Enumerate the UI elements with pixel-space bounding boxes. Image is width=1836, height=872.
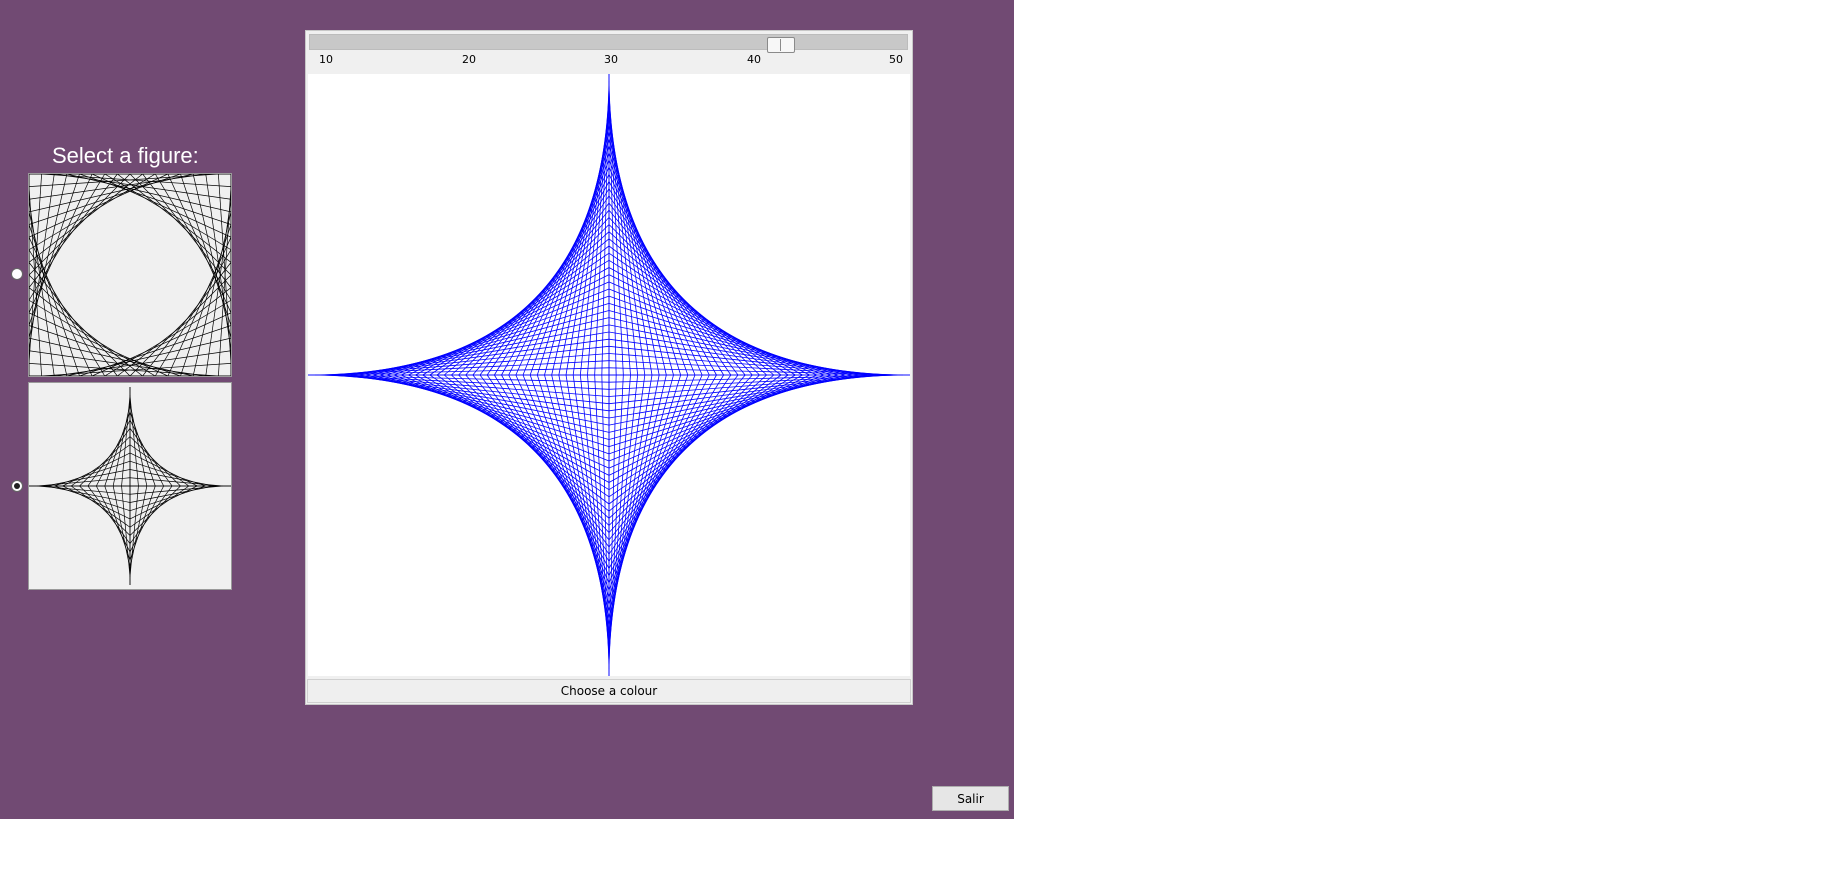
- stitch-line: [608, 367, 903, 376]
- thumbnail-stitch-line: [29, 174, 219, 187]
- stitch-line: [608, 231, 767, 376]
- slider-tick-label: 50: [889, 53, 903, 66]
- thumbnail-stitch-line: [129, 274, 231, 376]
- stitch-line: [608, 353, 889, 376]
- stitch-line: [608, 374, 889, 397]
- figure-radio-astroid[interactable]: [11, 480, 23, 492]
- thumbnail-stitch-line: [29, 363, 219, 376]
- stitch-line: [315, 367, 610, 376]
- stitch-line: [451, 374, 610, 519]
- thumbnail-stitch-line: [129, 485, 190, 528]
- slider-tick-label: 40: [747, 53, 761, 66]
- thumbnail-stitch-line: [54, 350, 231, 376]
- stitch-line: [608, 374, 903, 383]
- figure-radio-parabolic[interactable]: [11, 268, 23, 280]
- exit-button[interactable]: Salir: [932, 786, 1009, 811]
- slider-tick-label: 30: [604, 53, 618, 66]
- stitch-line: [608, 267, 803, 376]
- select-figure-heading: Select a figure:: [52, 143, 199, 168]
- thumbnail-stitch-line: [37, 477, 131, 487]
- stitch-line: [401, 281, 610, 376]
- thumbnail-stitch-line: [29, 174, 131, 276]
- thumbnail-stitch-line: [129, 485, 215, 503]
- stitch-line: [608, 281, 817, 376]
- stitch-line: [415, 374, 610, 483]
- app-window: Select a figure: 10 20 30 40 50 Choose a…: [0, 0, 1014, 819]
- stitch-line: [608, 374, 775, 512]
- stitch-line: [608, 374, 803, 483]
- stitch-line: [608, 374, 767, 519]
- thumbnail-stitch-line: [70, 444, 131, 487]
- drawing-panel: 10 20 30 40 50 Choose a colour: [305, 30, 913, 705]
- slider-thumb[interactable]: [766, 37, 795, 53]
- thumbnail-stitch-line: [70, 485, 131, 528]
- drawing-canvas: [308, 74, 910, 676]
- stitch-line: [315, 374, 610, 383]
- choose-colour-button[interactable]: Choose a colour: [307, 679, 911, 703]
- thumbnail-stitch-line: [129, 469, 215, 487]
- thumbnail-figure: [29, 387, 231, 585]
- thumbnail-stitch-line: [205, 174, 231, 351]
- thumbnail-stitch-line: [29, 274, 131, 376]
- stitch-line: [451, 231, 610, 376]
- thumbnail-stitch-line: [218, 174, 231, 364]
- thumbnail-stitch-line: [45, 485, 131, 503]
- thumbnail-stitch-line: [37, 485, 131, 495]
- thumbnail-stitch-line: [129, 485, 223, 495]
- thumbnail-stitch-line: [129, 174, 231, 276]
- parabolic-curve-stitching-icon[interactable]: [28, 173, 232, 377]
- stitch-line: [401, 374, 610, 469]
- thumbnail-stitch-line: [29, 350, 206, 376]
- astroid-curve-stitching-icon[interactable]: [28, 382, 232, 590]
- stitch-line: [415, 267, 610, 376]
- slider-tick-label: 10: [319, 53, 333, 66]
- stitch-line: [329, 374, 610, 397]
- thumbnail-stitch-line: [29, 174, 206, 200]
- stitch-line: [443, 374, 610, 512]
- line-count-slider[interactable]: [309, 34, 908, 53]
- slider-tick-label: 20: [462, 53, 476, 66]
- stitch-line: [443, 238, 610, 376]
- thumbnail-stitch-line: [45, 469, 131, 487]
- stitch-line: [329, 353, 610, 376]
- thumbnail-stitch-line: [129, 477, 223, 487]
- thumbnail-stitch-line: [129, 444, 190, 487]
- stitch-line: [608, 238, 775, 376]
- thumbnail-stitch-line: [41, 363, 231, 376]
- stitch-line: [608, 374, 817, 469]
